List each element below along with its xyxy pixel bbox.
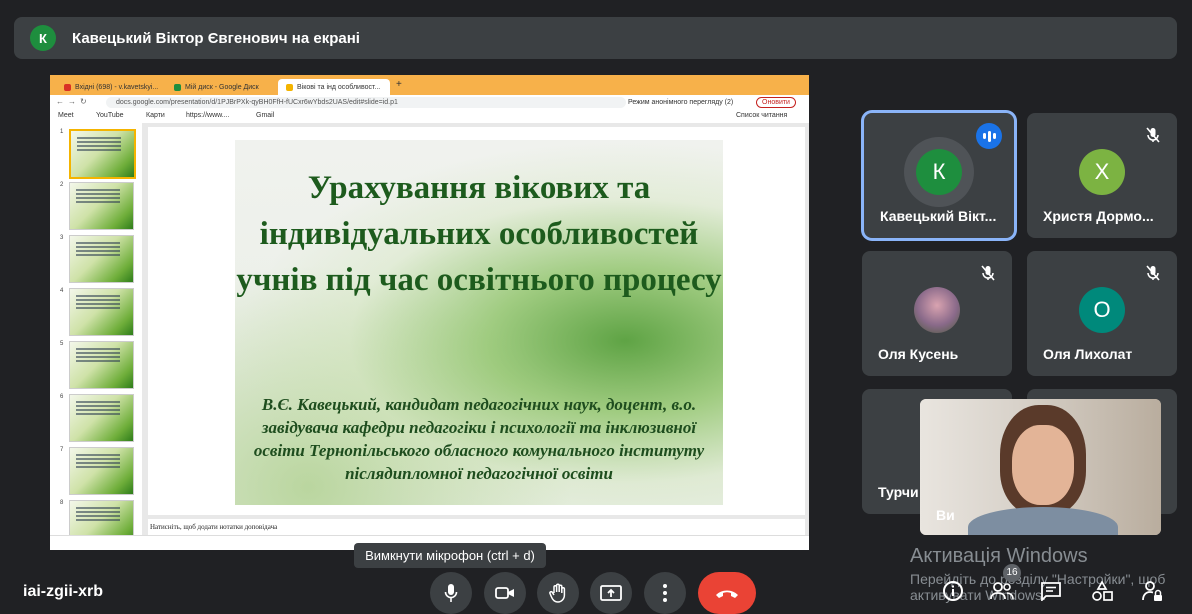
- participant-avatar: К: [916, 149, 962, 195]
- camera-icon: [495, 587, 514, 599]
- slides-icon: [286, 83, 293, 91]
- new-tab-button[interactable]: +: [396, 79, 402, 90]
- slide-number: 1: [60, 129, 64, 135]
- participant-avatar-photo: [914, 287, 960, 333]
- participant-avatar: О: [1079, 287, 1125, 333]
- slide-thumbnail[interactable]: [69, 341, 134, 389]
- host-controls-button[interactable]: [1137, 576, 1167, 606]
- slide-number: 7: [60, 447, 64, 453]
- slide-number: 5: [60, 341, 64, 347]
- slide-thumbnail[interactable]: [69, 500, 134, 535]
- participant-name: Христя Дормо...: [1043, 208, 1154, 224]
- browser-tab-gmail[interactable]: Вхідні (698) - v.kavetskyi...: [56, 79, 164, 95]
- drive-icon: [174, 83, 181, 91]
- mic-tooltip: Вимкнути мікрофон (ctrl + d): [354, 543, 546, 568]
- slide-author: В.Є. Кавецький, кандидат педагогічних на…: [253, 395, 705, 483]
- bookmark-youtube[interactable]: YouTube: [96, 112, 124, 119]
- mic-off-icon: [1141, 261, 1165, 285]
- slide-title: Урахування вікових та індивідуальних осо…: [236, 170, 722, 298]
- more-options-button[interactable]: [644, 572, 686, 614]
- speaker-notes[interactable]: Натисніть, щоб додати нотатки доповідача: [148, 519, 805, 535]
- speaking-icon: [976, 123, 1002, 149]
- browser-tab-drive[interactable]: Мій диск - Google Диск: [166, 79, 276, 95]
- presenting-title: Кавецький Віктор Євгенович на екрані: [72, 29, 360, 47]
- reading-list[interactable]: Список читання: [736, 112, 787, 119]
- self-view-label: Ви: [936, 507, 955, 523]
- meeting-details-button[interactable]: [938, 576, 968, 606]
- slide-thumbnail[interactable]: [69, 288, 134, 336]
- lock-person-icon: [1142, 581, 1162, 601]
- self-view-video: Ви: [920, 399, 1161, 535]
- gmail-icon: [64, 83, 71, 91]
- raise-hand-button[interactable]: [537, 572, 579, 614]
- slide-filmstrip: 1 2 3 4 5 6 7 8: [50, 123, 142, 535]
- slide-number: 2: [60, 182, 64, 188]
- url-field[interactable]: docs.google.com/presentation/d/1PJBrPXk-…: [106, 97, 626, 108]
- participant-name: Кавецький Вікт...: [880, 208, 997, 224]
- tab-label: Мій диск - Google Диск: [185, 83, 259, 91]
- hang-up-icon: [716, 590, 738, 598]
- presenter-avatar: К: [30, 25, 56, 51]
- slide-thumbnail[interactable]: [69, 129, 136, 179]
- chat-button[interactable]: [1036, 576, 1066, 606]
- slide-number: 8: [60, 500, 64, 506]
- participant-tile[interactable]: О Оля Лихолат: [1027, 251, 1177, 376]
- mic-button[interactable]: [430, 572, 472, 614]
- slide-number: 6: [60, 394, 64, 400]
- mic-icon: [444, 584, 458, 602]
- participant-name: Турчи: [878, 484, 919, 500]
- update-button[interactable]: Оновити: [756, 97, 796, 108]
- shared-screen: Вхідні (698) - v.kavetskyi... Мій диск -…: [50, 75, 809, 550]
- bookmark-link[interactable]: https://www....: [186, 112, 230, 119]
- address-bar: ←→↻ docs.google.com/presentation/d/1PJBr…: [50, 95, 809, 110]
- browser-tab-bar: Вхідні (698) - v.kavetskyi... Мій диск -…: [50, 75, 809, 95]
- nav-arrows-icon[interactable]: ←→↻: [56, 97, 91, 106]
- slide-thumbnail[interactable]: [69, 447, 134, 495]
- tab-label: Вікові та інд особливост...: [297, 83, 381, 91]
- incognito-label: Режим анонімного перегляду (2): [628, 99, 734, 106]
- meeting-code: iai-zgii-xrb: [23, 583, 104, 600]
- participant-tile[interactable]: Х Христя Дормо...: [1027, 113, 1177, 238]
- participant-name: Оля Лихолат: [1043, 346, 1133, 362]
- slide-thumbnail[interactable]: [69, 235, 134, 283]
- participants-count-badge: 16: [1003, 564, 1021, 582]
- info-icon: [943, 581, 963, 601]
- tab-label: Вхідні (698) - v.kavetskyi...: [75, 83, 159, 91]
- bookmark-gmail[interactable]: Gmail: [256, 112, 274, 119]
- current-slide: Урахування вікових та індивідуальних осо…: [235, 140, 723, 505]
- slide-thumbnail[interactable]: [69, 394, 134, 442]
- mic-off-icon: [1141, 123, 1165, 147]
- chat-icon: [1041, 582, 1061, 601]
- camera-button[interactable]: [484, 572, 526, 614]
- bookmark-meet[interactable]: Meet: [58, 112, 74, 119]
- activities-button[interactable]: [1087, 576, 1117, 606]
- watermark-title: Активація Windows: [910, 545, 1088, 567]
- people-icon: [990, 582, 1014, 600]
- participant-tile[interactable]: Оля Кусень: [862, 251, 1012, 376]
- slide-thumbnail[interactable]: [69, 182, 134, 230]
- mic-off-icon: [976, 261, 1000, 285]
- more-vert-icon: [663, 584, 667, 602]
- present-button[interactable]: [590, 572, 632, 614]
- slide-number: 3: [60, 235, 64, 241]
- participant-name: Оля Кусень: [878, 346, 959, 362]
- bookmarks-bar: Meet YouTube Карти https://www.... Gmail…: [50, 110, 809, 124]
- presenting-banner: К Кавецький Віктор Євгенович на екрані: [14, 17, 1177, 59]
- participant-tile[interactable]: К Кавецький Вікт...: [864, 113, 1014, 238]
- shapes-icon: [1092, 581, 1113, 601]
- hand-icon: [549, 583, 566, 603]
- browser-tab-slides[interactable]: Вікові та інд особливост...: [278, 79, 390, 95]
- bookmark-maps[interactable]: Карти: [146, 112, 165, 119]
- slide-number: 4: [60, 288, 64, 294]
- participant-avatar: Х: [1079, 149, 1125, 195]
- leave-call-button[interactable]: [698, 572, 756, 614]
- present-icon: [600, 585, 622, 601]
